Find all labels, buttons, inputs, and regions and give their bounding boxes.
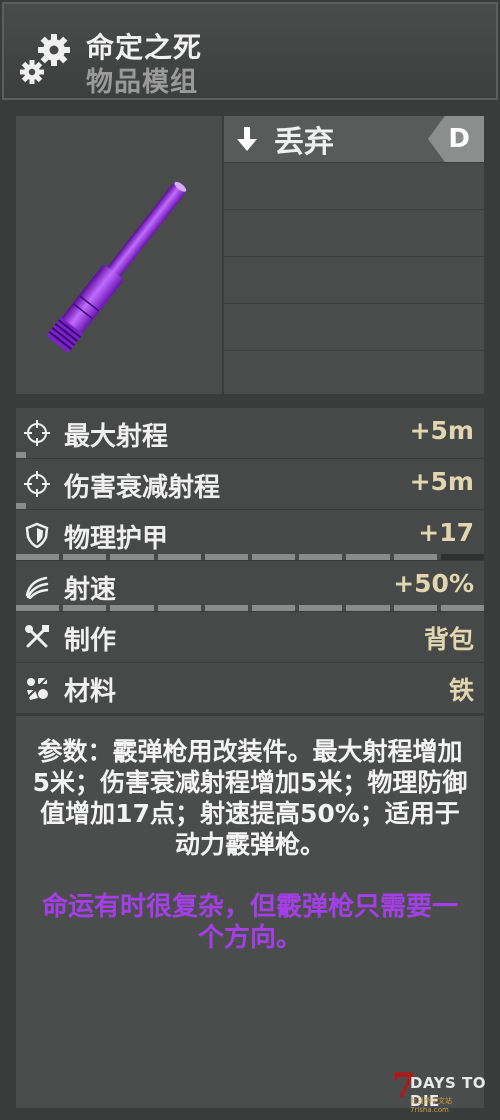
item-category: 物品模组 xyxy=(86,67,198,98)
stat-label: 制作 xyxy=(64,626,117,656)
stat-row-crafting: 制作 背包 xyxy=(16,612,484,663)
materials-icon xyxy=(25,676,49,700)
stat-value: 铁 xyxy=(448,676,474,705)
empty-action-slot xyxy=(224,162,484,209)
stat-label: 最大射程 xyxy=(64,422,169,452)
stat-bar xyxy=(16,503,484,509)
flavor-text: 命运有时很复杂，但霰弹枪只需要一个方向。 xyxy=(41,892,458,953)
crosshair-icon xyxy=(24,420,50,446)
action-list: 丢弃 D xyxy=(224,116,484,394)
arrow-down-icon xyxy=(234,116,260,162)
stat-value: +5m xyxy=(409,416,474,445)
stat-label: 物理护甲 xyxy=(64,524,169,554)
empty-action-slot xyxy=(224,350,484,397)
gears-icon xyxy=(20,34,70,84)
header: 命定之死 物品模组 xyxy=(2,2,498,100)
stat-value: +50% xyxy=(393,569,474,598)
empty-action-slot xyxy=(224,256,484,303)
stat-row-material: 材料 铁 xyxy=(16,663,484,714)
hotkey-badge: D xyxy=(428,116,484,162)
item-preview xyxy=(16,116,222,394)
crosshair-icon xyxy=(24,471,50,497)
description-text: 参数：霰弹枪用改装件。最大射程增加5米；伤害衰减射程增加5米；物理防御值增加17… xyxy=(32,737,468,859)
drop-label: 丢弃 xyxy=(274,125,334,160)
stats-list: 最大射程 +5m 伤害衰减射程 +5m 物理护甲 +17 射速 +50% 制作 … xyxy=(16,408,485,714)
stat-value: +5m xyxy=(409,467,474,496)
stat-bar xyxy=(16,554,485,560)
drop-button[interactable]: 丢弃 D xyxy=(224,116,484,162)
stat-row-falloff-range: 伤害衰减射程 +5m xyxy=(16,459,484,510)
empty-action-slot xyxy=(224,209,484,256)
shield-icon xyxy=(25,522,49,548)
logo-site: 七日杀中文站 7risha.com xyxy=(410,1097,452,1114)
stat-label: 材料 xyxy=(64,677,117,707)
tools-icon xyxy=(25,625,49,648)
empty-action-slot xyxy=(224,303,484,350)
stat-bar xyxy=(16,605,485,611)
description-panel: 参数：霰弹枪用改装件。最大射程增加5米；伤害衰减射程增加5米；物理防御值增加17… xyxy=(16,716,484,1108)
stat-row-max-range: 最大射程 +5m xyxy=(16,408,484,459)
speed-icon xyxy=(25,576,49,599)
stat-value: 背包 xyxy=(423,625,474,654)
barrel-extender-icon xyxy=(46,181,187,353)
stat-bar xyxy=(16,452,484,458)
stat-row-armor: 物理护甲 +17 xyxy=(16,510,485,561)
stat-row-fire-rate: 射速 +50% xyxy=(16,561,485,612)
stat-value: +17 xyxy=(418,518,474,547)
stat-label: 伤害衰减射程 xyxy=(64,473,221,503)
game-logo: 7 DAYS TO DIE 七日杀中文站 7risha.com xyxy=(390,1066,490,1114)
stat-label: 射速 xyxy=(64,575,117,605)
item-tooltip-panel: 命定之死 物品模组 丢弃 D 最大射程 +5m 伤害衰减射程 +5m 物理护甲 … xyxy=(0,0,500,1120)
